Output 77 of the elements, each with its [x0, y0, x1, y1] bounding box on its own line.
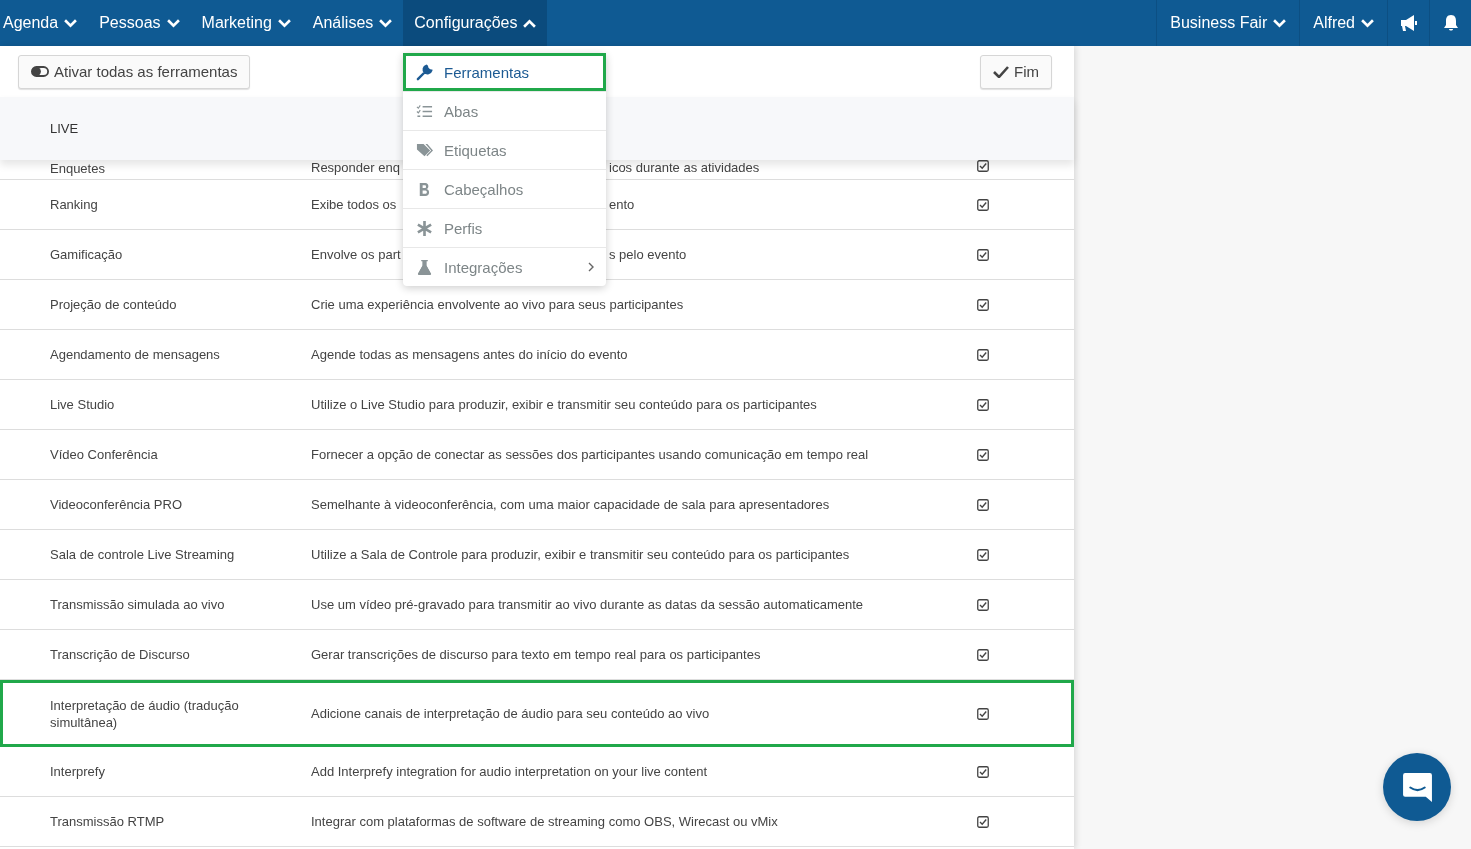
tool-name: Interpretação de áudio (tradução simultânea): [50, 696, 240, 731]
tool-name: Projeção de conteúdo: [50, 296, 178, 313]
tool-description: ento: [609, 197, 635, 212]
dropdown-menu-item[interactable]: Ferramentas: [403, 53, 606, 91]
chevron-down-icon: [379, 18, 393, 28]
dropdown-menu-item[interactable]: Etiquetas: [403, 130, 606, 169]
tool-description: Fornecer a opção de conectar as sessões dos participantes usando comunicação em tempo real: [311, 447, 869, 462]
tags-icon: [416, 141, 433, 159]
nav-menu-item[interactable]: Pessoas: [88, 0, 191, 46]
chevron-down-icon: [166, 18, 180, 28]
tool-name: Transmissão RTMP: [50, 813, 166, 830]
tool-name: Vídeo Conferência: [50, 446, 159, 463]
tool-description: Responder enq: [311, 160, 401, 175]
nav-menu-item[interactable]: Marketing: [190, 0, 302, 46]
tool-description: s pelo evento: [609, 247, 687, 262]
tool-name: Interprefy: [50, 763, 106, 780]
wrench-icon: [416, 63, 433, 81]
tool-name: Transmissão simulada ao vivo: [50, 596, 226, 613]
dropdown-menu-item[interactable]: Abas: [403, 91, 606, 130]
checkbox[interactable]: [977, 498, 989, 511]
tool-description: Integrar com plataformas de software de streaming como OBS, Wirecast ou vMix: [311, 814, 778, 829]
done-button[interactable]: Fim: [980, 54, 1052, 89]
chevron-down-icon: [1361, 18, 1374, 28]
chevron-down-icon: [277, 18, 291, 28]
checkmark-icon: [993, 65, 1009, 78]
chevron-down-icon: [1273, 18, 1287, 28]
flask-icon: [416, 258, 433, 276]
checkbox[interactable]: [977, 598, 989, 611]
tool-name: Videoconferência PRO: [50, 496, 183, 513]
tool-description: Use um vídeo pré-gravado para transmitir ao vivo durante as datas da sessão automaticamente: [311, 597, 864, 612]
tool-description: Utilize a Sala de Controle para produzir, exibir e transmitir seu conteúdo para os participantes: [311, 547, 850, 562]
tool-name: Agendamento de mensagens: [50, 346, 221, 363]
tool-name: Live Studio: [50, 396, 116, 413]
chat-bubble-icon: [1400, 770, 1434, 804]
tool-description: Crie uma experiência envolvente ao vivo para seus participantes: [311, 297, 684, 312]
tool-name: Gamificação: [50, 246, 124, 263]
chevron-up-icon: [523, 18, 537, 28]
nav-menu-item[interactable]: Alfred: [1299, 0, 1387, 46]
tool-description: Exibe todos os: [311, 197, 398, 212]
checkbox[interactable]: [977, 248, 989, 261]
section-label: LIVE: [50, 121, 79, 136]
checkbox[interactable]: [977, 707, 989, 720]
checkbox[interactable]: [977, 648, 989, 661]
checklist-icon: [416, 102, 433, 120]
nav-menu-item[interactable]: Configurações: [403, 0, 548, 46]
checkbox[interactable]: [977, 765, 989, 778]
chevron-down-icon: [64, 18, 78, 28]
tool-name: Transcrição de Discurso: [50, 646, 191, 663]
nav-menu-item[interactable]: Agenda: [0, 0, 89, 46]
tool-description: Semelhante à videoconferência, com uma maior capacidade de sala para apresentadores: [311, 497, 830, 512]
dropdown-menu-item[interactable]: Cabeçalhos: [403, 169, 606, 208]
checkbox[interactable]: [977, 548, 989, 561]
tool-name: Enquetes: [50, 160, 106, 177]
tool-description: Utilize o Live Studio para produzir, exibir e transmitir seu conteúdo para os participantes: [311, 397, 817, 412]
checkbox[interactable]: [977, 398, 989, 411]
checkbox[interactable]: [977, 815, 989, 828]
tool-description: Gerar transcrições de discurso para texto em tempo real para os participantes: [311, 647, 761, 662]
tool-description: Add Interprefy integration for audio interpretation on your live content: [311, 764, 708, 779]
checkbox[interactable]: [977, 448, 989, 461]
tool-name: Ranking: [50, 196, 99, 213]
nav-menu-item[interactable]: Análises: [301, 0, 404, 46]
checkbox[interactable]: [977, 160, 989, 172]
dropdown-menu-item[interactable]: Perfis: [403, 208, 606, 247]
tool-description: icos durante as atividades: [609, 160, 760, 175]
activate-all-tools-button[interactable]: Ativar todas as ferramentas: [18, 54, 251, 89]
checkbox[interactable]: [977, 198, 989, 211]
checkbox[interactable]: [977, 298, 989, 311]
asterisk-icon: [416, 219, 433, 237]
tool-description: Adicione canais de interpretação de áudio para seu conteúdo ao vivo: [311, 706, 710, 721]
nav-menu-item[interactable]: Business Fair: [1156, 0, 1300, 46]
tool-name: Sala de controle Live Streaming: [50, 546, 236, 563]
dropdown-menu-item[interactable]: Integrações: [403, 247, 606, 286]
toggle-icon: [31, 66, 49, 77]
chat-button[interactable]: [1383, 753, 1451, 821]
tool-description: Envolve os part: [311, 247, 402, 262]
tool-description: Agende todas as mensagens antes do início do evento: [311, 347, 628, 362]
checkbox[interactable]: [977, 348, 989, 361]
